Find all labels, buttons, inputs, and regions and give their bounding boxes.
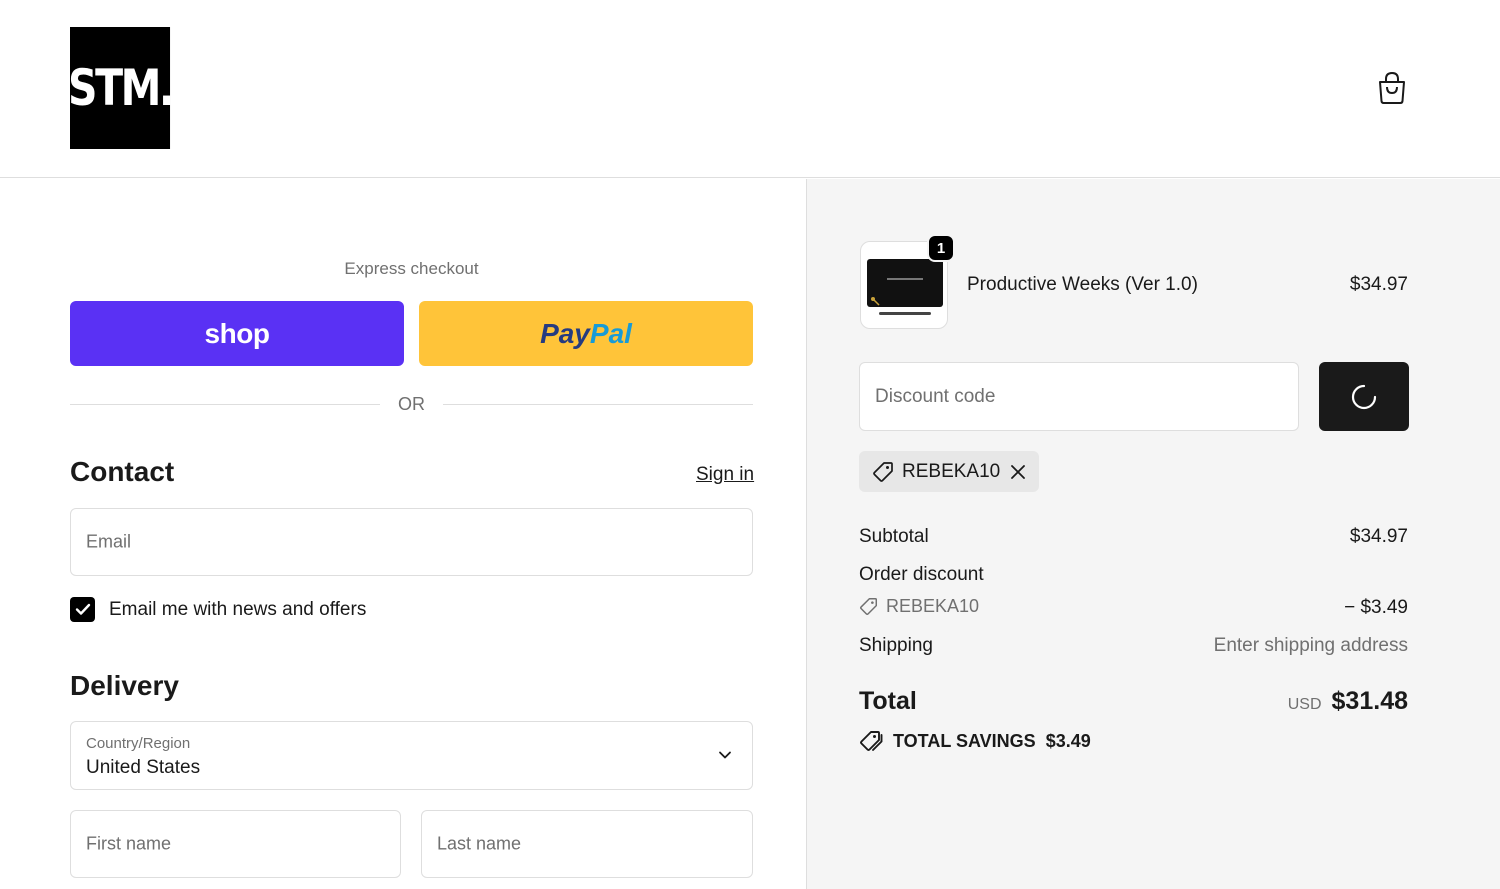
country-label: Country/Region: [86, 735, 191, 752]
newsletter-label: Email me with news and offers: [109, 598, 367, 620]
quantity-badge: 1: [927, 234, 955, 262]
applied-code-text: REBEKA10: [902, 460, 1001, 482]
order-summary: 1 Productive Weeks (Ver 1.0) $34.97 Disc…: [806, 179, 1500, 889]
discount-code-input[interactable]: Discount code: [859, 362, 1299, 431]
loading-spinner-icon: [1351, 384, 1377, 409]
newsletter-checkbox[interactable]: [70, 597, 95, 622]
applied-discount-chip: REBEKA10: [859, 451, 1040, 492]
discount-code-line: REBEKA10: [859, 596, 979, 617]
sign-in-link[interactable]: Sign in: [696, 464, 754, 486]
newsletter-checkbox-row[interactable]: Email me with news and offers: [70, 597, 366, 622]
shop-pay-button[interactable]: shop: [70, 301, 404, 366]
header: STM.: [0, 0, 1500, 178]
paypal-pal-text: Pal: [589, 317, 632, 349]
tag-icon: [873, 461, 893, 482]
checkout-form: Express checkout shop Pay Pal OR Contact …: [0, 179, 806, 889]
apply-discount-button[interactable]: [1319, 362, 1409, 431]
shop-pay-label: shop: [204, 317, 270, 349]
email-placeholder: Email: [86, 531, 132, 552]
shipping-value: Enter shipping address: [1213, 635, 1408, 656]
email-field[interactable]: Email: [70, 508, 753, 576]
last-name-placeholder: Last name: [437, 833, 522, 854]
first-name-field[interactable]: First name: [70, 810, 401, 878]
or-text: OR: [398, 393, 425, 414]
last-name-field[interactable]: Last name: [421, 810, 753, 878]
savings-label: TOTAL SAVINGS: [893, 730, 1036, 751]
shipping-label: Shipping: [859, 635, 933, 656]
subtotal-value: $34.97: [1349, 526, 1408, 547]
remove-discount-icon[interactable]: [1010, 464, 1026, 480]
chevron-down-icon: [719, 751, 731, 759]
discount-value: − $3.49: [1344, 597, 1408, 618]
total-amount: USD $31.48: [1288, 687, 1408, 716]
express-checkout-label: Express checkout: [344, 259, 479, 278]
total-value: $31.48: [1331, 687, 1408, 715]
first-name-placeholder: First name: [86, 833, 172, 854]
divider-line: [443, 403, 753, 405]
paypal-button[interactable]: Pay Pal: [419, 301, 753, 366]
total-savings: TOTAL SAVINGS $3.49: [859, 730, 1091, 752]
product-image: [867, 259, 943, 307]
discount-placeholder: Discount code: [875, 385, 996, 407]
country-value: United States: [86, 757, 201, 778]
savings-value: $3.49: [1045, 730, 1091, 751]
logo-text: STM.: [68, 59, 174, 117]
delivery-heading: Delivery: [70, 670, 179, 701]
discount-code-text: REBEKA10: [886, 596, 980, 616]
product-name: Productive Weeks (Ver 1.0): [967, 274, 1198, 295]
checkmark-icon: [75, 603, 90, 615]
order-discount-label: Order discount: [859, 564, 984, 585]
product-price: $34.97: [1349, 274, 1408, 295]
currency-code: USD: [1287, 696, 1322, 713]
country-select[interactable]: Country/Region United States: [70, 721, 753, 790]
paypal-pay-text: Pay: [540, 317, 590, 349]
or-divider: OR: [70, 392, 753, 416]
divider-line: [70, 403, 380, 405]
product-image-stand: [879, 312, 931, 315]
subtotal-label: Subtotal: [859, 526, 929, 547]
shopping-bag-icon[interactable]: [1376, 71, 1408, 105]
tags-icon: [860, 731, 883, 751]
contact-heading: Contact: [70, 456, 175, 487]
total-label: Total: [859, 687, 917, 715]
tag-icon: [859, 597, 878, 616]
store-logo[interactable]: STM.: [68, 27, 174, 149]
